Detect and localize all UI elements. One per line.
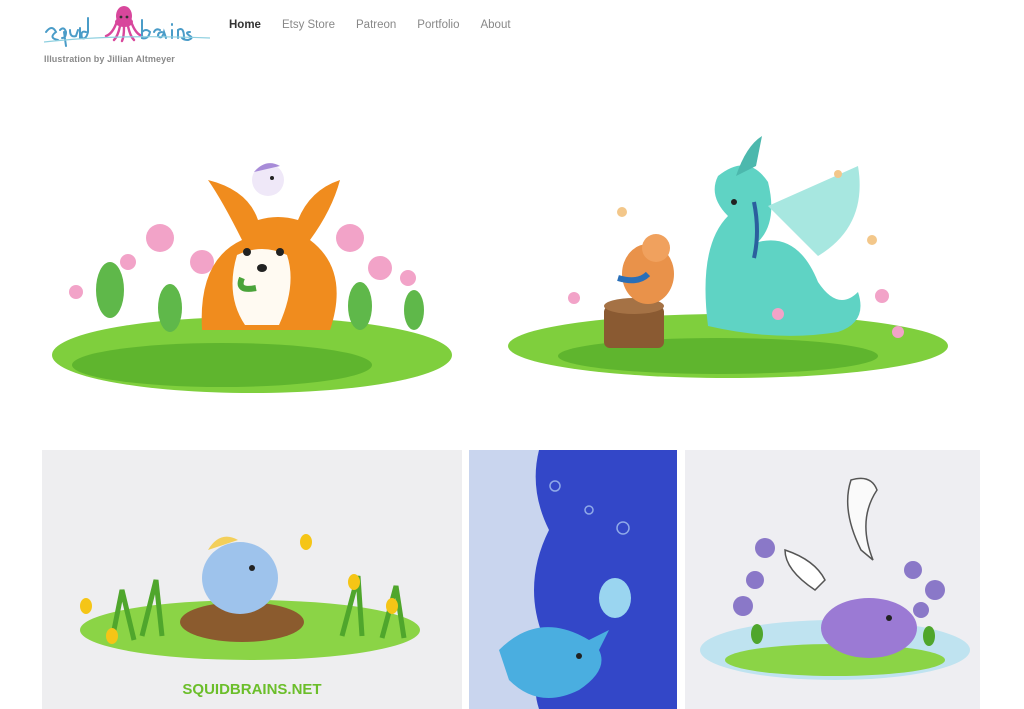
- squid-logo-icon: [43, 6, 211, 47]
- ocean-illustration: [469, 450, 677, 709]
- nav-patreon[interactable]: Patreon: [356, 19, 396, 31]
- main-nav: Home Etsy Store Patreon Portfolio About: [229, 19, 532, 31]
- nav-home[interactable]: Home: [229, 19, 261, 31]
- gallery-item-corgi[interactable]: [42, 110, 462, 440]
- nav-portfolio[interactable]: Portfolio: [417, 19, 459, 31]
- nav-etsy-store[interactable]: Etsy Store: [282, 19, 335, 31]
- hedgehog-illustration: [685, 450, 980, 709]
- mole-illustration: SQUIDBRAINS.NET: [42, 450, 462, 709]
- gallery-item-dragon[interactable]: [478, 106, 978, 440]
- corgi-illustration: [42, 110, 462, 440]
- site-tagline: Illustration by Jillian Altmeyer: [44, 54, 175, 64]
- dragon-illustration: [478, 106, 978, 440]
- site-logo[interactable]: [42, 2, 212, 54]
- gallery-item-mole[interactable]: SQUIDBRAINS.NET: [42, 450, 462, 709]
- watermark-text: SQUIDBRAINS.NET: [182, 681, 321, 698]
- nav-about[interactable]: About: [480, 19, 510, 31]
- gallery-item-ocean[interactable]: [469, 450, 677, 709]
- gallery-item-hedgehog[interactable]: [685, 450, 980, 709]
- site-header: Illustration by Jillian Altmeyer Home Et…: [0, 0, 1024, 80]
